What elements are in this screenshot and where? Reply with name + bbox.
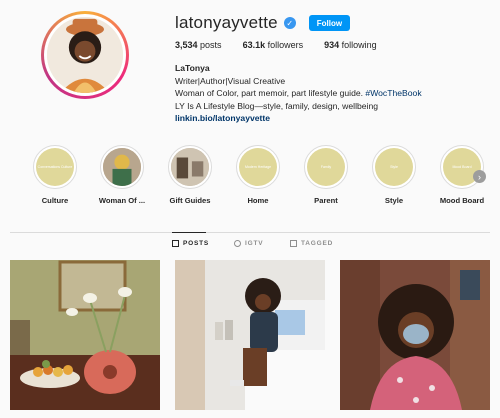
highlight-culture[interactable]: Conversations Culture Culture [25,145,85,205]
highlight-style[interactable]: Style Style [364,145,424,205]
posts-count: 3,534 posts [175,40,222,50]
bio-link[interactable]: linkin.bio/latonyayvette [175,112,475,125]
avatar-photo [47,17,123,93]
profile-stats: 3,534 posts 63.1k followers 934 followin… [175,40,377,50]
highlight-label: Woman Of ... [98,196,146,205]
profile-bio: LaTonya Writer|Author|Visual Creative Wo… [175,62,475,125]
follow-button[interactable]: Follow [308,15,351,31]
highlight-label: Gift Guides [169,196,211,205]
followers-link[interactable]: 63.1k followers [243,40,304,50]
tabs-divider [10,232,490,233]
highlight-label: Parent [314,196,338,205]
active-tab-indicator [172,232,206,233]
hashtag-link[interactable]: #WocTheBook [365,88,421,98]
tab-tagged[interactable]: TAGGED [290,240,333,247]
highlight-cover: Modern Heritage [239,148,277,186]
highlight-home[interactable]: Modern Heritage Home [228,145,288,205]
grid-icon [172,240,179,247]
post-thumbnail[interactable] [10,260,160,410]
highlight-label: Home [247,196,269,205]
display-name: LaTonya [175,63,210,73]
highlight-cover [103,148,141,186]
profile-avatar[interactable] [41,11,129,99]
highlight-parent[interactable]: Family Parent [296,145,356,205]
igtv-icon [234,240,241,247]
story-highlights: Conversations Culture Culture Woman Of .… [0,145,500,215]
highlight-cover: Style [375,148,413,186]
highlight-gift-guides[interactable]: Gift Guides [160,145,220,205]
post-thumbnail[interactable] [340,260,490,410]
highlight-cover: Conversations Culture [36,148,74,186]
highlight-cover: Family [307,148,345,186]
bio-line: LY Is A Lifestyle Blog—style, family, de… [175,100,379,111]
username: latonyayvette [175,13,278,32]
following-link[interactable]: 934 following [324,40,377,50]
bio-line: Writer|Author|Visual Creative [175,75,286,86]
highlight-cover [171,148,209,186]
highlight-label: Mood Board [439,196,485,205]
verified-badge-icon: ✓ [283,17,296,29]
highlight-label: Culture [41,196,69,205]
username-row: latonyayvette ✓ Follow [175,13,351,33]
tab-igtv[interactable]: IGTV [234,240,263,247]
tab-posts[interactable]: POSTS [172,240,209,247]
bio-line: Woman of Color, part memoir, part lifest… [175,88,422,98]
tag-icon [290,240,297,247]
highlight-woman-of[interactable]: Woman Of ... [92,145,152,205]
chevron-right-icon[interactable]: › [473,170,486,183]
post-thumbnail[interactable] [175,260,325,410]
highlight-label: Style [384,196,404,205]
